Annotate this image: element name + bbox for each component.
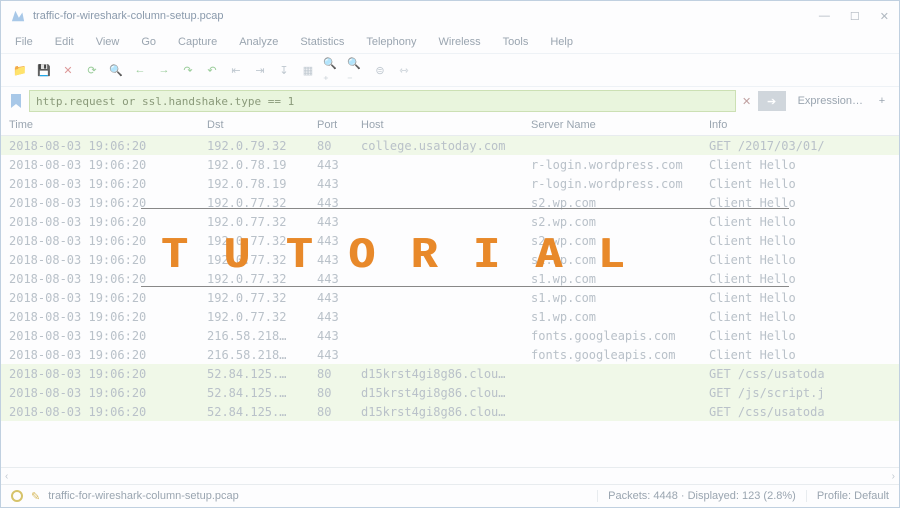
- toolbar-last-icon[interactable]: ⇥: [251, 61, 269, 79]
- table-row[interactable]: 2018-08-03 19:06:20192.0.78.19443r-login…: [1, 174, 899, 193]
- table-row[interactable]: 2018-08-03 19:06:20192.0.77.32443s2.wp.c…: [1, 250, 899, 269]
- hscrollbar[interactable]: ‹›: [1, 467, 899, 484]
- toolbar-goto-icon[interactable]: ↶: [203, 61, 221, 79]
- table-row[interactable]: 2018-08-03 19:06:2052.84.125.…80d15krst4…: [1, 364, 899, 383]
- overlay-line-top: [141, 208, 789, 209]
- clear-filter-icon[interactable]: ✕: [738, 92, 756, 110]
- table-row[interactable]: 2018-08-03 19:06:2052.84.125.…80d15krst4…: [1, 383, 899, 402]
- status-profile[interactable]: Profile: Default: [807, 490, 889, 502]
- toolbar-resize-icon[interactable]: ⇿: [395, 61, 413, 79]
- col-host[interactable]: Host: [361, 119, 531, 131]
- menu-statistics[interactable]: Statistics: [300, 36, 344, 48]
- menu-capture[interactable]: Capture: [178, 36, 217, 48]
- table-row[interactable]: 2018-08-03 19:06:20192.0.79.3280college.…: [1, 136, 899, 155]
- toolbar-zoomout-icon[interactable]: 🔍₋: [347, 61, 365, 79]
- window-title: traffic-for-wireshark-column-setup.pcap: [33, 10, 224, 22]
- menubar: File Edit View Go Capture Analyze Statistics Te…: [1, 31, 899, 53]
- toolbar-open-icon[interactable]: 📁: [11, 61, 29, 79]
- display-filter-input[interactable]: http.request or ssl.handshake.type == 1: [29, 90, 736, 112]
- col-server[interactable]: Server Name: [531, 119, 709, 131]
- toolbar-colorize-icon[interactable]: ▦: [299, 61, 317, 79]
- edit-capture-icon[interactable]: ✎: [31, 490, 40, 503]
- toolbar-autoscroll-icon[interactable]: ↧: [275, 61, 293, 79]
- overlay-line-bottom: [141, 286, 789, 287]
- app-logo-icon: [11, 9, 25, 23]
- toolbar-zoomin-icon[interactable]: 🔍₊: [323, 61, 341, 79]
- menu-wireless[interactable]: Wireless: [439, 36, 481, 48]
- col-info[interactable]: Info: [709, 119, 899, 131]
- table-row[interactable]: 2018-08-03 19:06:20216.58.218…443fonts.g…: [1, 345, 899, 364]
- table-row[interactable]: 2018-08-03 19:06:20216.58.218…443fonts.g…: [1, 326, 899, 345]
- table-row[interactable]: 2018-08-03 19:06:20192.0.77.32443s1.wp.c…: [1, 288, 899, 307]
- toolbar-find-icon[interactable]: 🔍: [107, 61, 125, 79]
- toolbar-jump-icon[interactable]: ↷: [179, 61, 197, 79]
- table-row[interactable]: 2018-08-03 19:06:20192.0.77.32443s2.wp.c…: [1, 231, 899, 250]
- menu-tools[interactable]: Tools: [503, 36, 529, 48]
- filter-bar: http.request or ssl.handshake.type == 1 …: [1, 87, 899, 115]
- column-header: Time Dst Port Host Server Name Info: [1, 115, 899, 136]
- table-row[interactable]: 2018-08-03 19:06:20192.0.78.19443r-login…: [1, 155, 899, 174]
- menu-help[interactable]: Help: [550, 36, 573, 48]
- expert-info-icon[interactable]: [11, 490, 23, 502]
- toolbar-first-icon[interactable]: ⇤: [227, 61, 245, 79]
- packet-list[interactable]: 2018-08-03 19:06:20192.0.79.3280college.…: [1, 136, 899, 467]
- menu-telephony[interactable]: Telephony: [366, 36, 416, 48]
- col-port[interactable]: Port: [317, 119, 361, 131]
- toolbar-close-icon[interactable]: ✕: [59, 61, 77, 79]
- close-button[interactable]: ✕: [880, 10, 889, 23]
- minimize-button[interactable]: —: [819, 10, 830, 23]
- menu-go[interactable]: Go: [141, 36, 156, 48]
- toolbar: 📁 💾 ✕ ⟳ 🔍 ← → ↷ ↶ ⇤ ⇥ ↧ ▦ 🔍₊ 🔍₋ ⊜ ⇿: [1, 53, 899, 87]
- menu-analyze[interactable]: Analyze: [239, 36, 278, 48]
- toolbar-back-icon[interactable]: ←: [131, 61, 149, 79]
- expression-button[interactable]: Expression…: [792, 93, 869, 109]
- toolbar-fwd-icon[interactable]: →: [155, 61, 173, 79]
- toolbar-save-icon[interactable]: 💾: [35, 61, 53, 79]
- table-row[interactable]: 2018-08-03 19:06:20192.0.77.32443s2.wp.c…: [1, 212, 899, 231]
- menu-file[interactable]: File: [15, 36, 33, 48]
- wireshark-window: traffic-for-wireshark-column-setup.pcap …: [0, 0, 900, 508]
- toolbar-reload-icon[interactable]: ⟳: [83, 61, 101, 79]
- menu-edit[interactable]: Edit: [55, 36, 74, 48]
- add-filter-button[interactable]: +: [873, 95, 891, 107]
- table-row[interactable]: 2018-08-03 19:06:2052.84.125.…80d15krst4…: [1, 402, 899, 421]
- status-packets: Packets: 4448 · Displayed: 123 (2.8%): [597, 490, 807, 502]
- col-time[interactable]: Time: [9, 119, 207, 131]
- maximize-button[interactable]: ☐: [850, 10, 860, 23]
- toolbar-zoomreset-icon[interactable]: ⊜: [371, 61, 389, 79]
- table-row[interactable]: 2018-08-03 19:06:20192.0.77.32443s2.wp.c…: [1, 193, 899, 212]
- menu-view[interactable]: View: [96, 36, 120, 48]
- status-bar: ✎ traffic-for-wireshark-column-setup.pca…: [1, 484, 899, 507]
- bookmark-icon[interactable]: [9, 92, 23, 110]
- titlebar: traffic-for-wireshark-column-setup.pcap …: [1, 1, 899, 31]
- col-dst[interactable]: Dst: [207, 119, 317, 131]
- table-row[interactable]: 2018-08-03 19:06:20192.0.77.32443s1.wp.c…: [1, 307, 899, 326]
- apply-filter-icon[interactable]: ➔: [758, 91, 786, 111]
- status-file: traffic-for-wireshark-column-setup.pcap: [48, 490, 239, 502]
